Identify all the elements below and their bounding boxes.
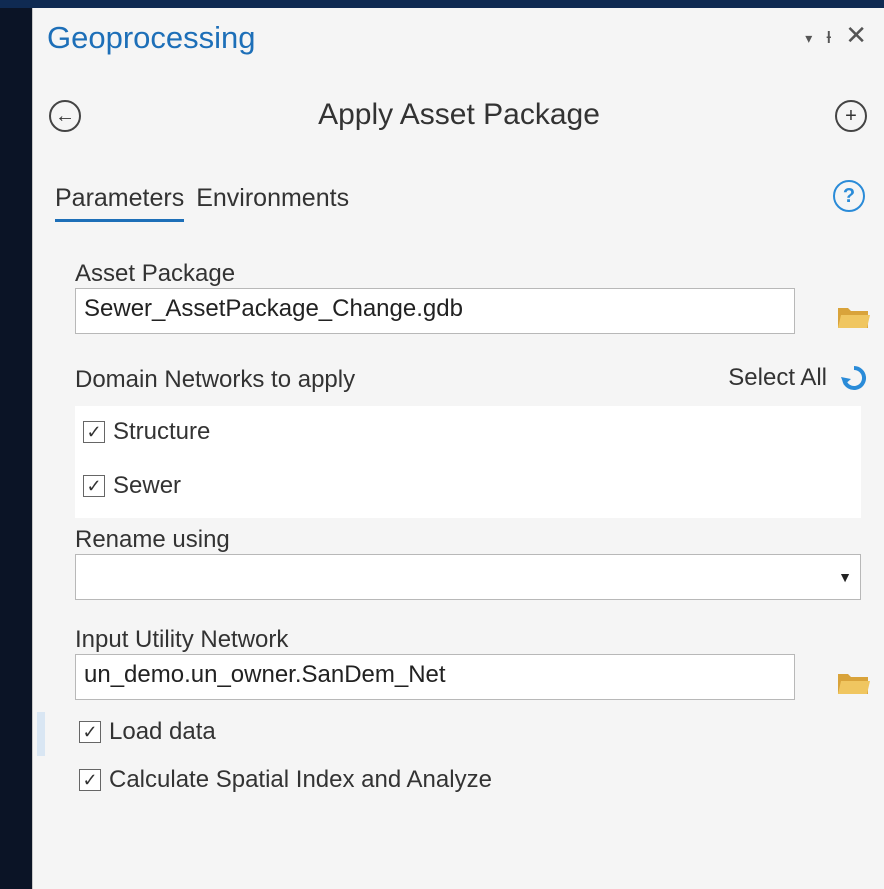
close-icon[interactable]: ✕: [845, 20, 867, 51]
load-data-label: Load data: [109, 718, 216, 745]
tab-environments[interactable]: Environments: [196, 184, 349, 222]
help-icon[interactable]: ?: [833, 180, 865, 212]
structure-label: Structure: [113, 418, 211, 445]
input-utility-network-input[interactable]: un_demo.un_owner.SanDem_Net: [75, 654, 795, 700]
tool-header: ← Apply Asset Package +: [33, 98, 884, 148]
list-item[interactable]: ✓ Structure: [83, 418, 210, 446]
window-controls: ▾ ᵻ ✕: [805, 20, 867, 51]
add-plus-icon[interactable]: +: [835, 100, 867, 132]
auto-hide-pin-icon[interactable]: ᵻ: [826, 23, 831, 49]
pane-title: Geoprocessing: [47, 20, 256, 55]
add-plus-glyph: +: [845, 105, 857, 127]
refresh-icon[interactable]: [839, 363, 869, 393]
chevron-down-icon[interactable]: ▼: [838, 569, 852, 585]
checkbox[interactable]: ✓: [79, 721, 101, 743]
folder-icon[interactable]: [837, 304, 871, 330]
focus-indicator: [37, 712, 45, 756]
pane-options-dropdown-icon[interactable]: ▾: [805, 30, 812, 47]
geoprocessing-pane: Geoprocessing ▾ ᵻ ✕ ← Apply Asset Packag…: [32, 8, 884, 889]
sewer-label: Sewer: [113, 472, 182, 499]
checkbox[interactable]: ✓: [79, 769, 101, 791]
tool-title: Apply Asset Package: [318, 98, 600, 131]
domain-networks-list: ✓ Structure ✓ Sewer: [75, 406, 861, 518]
rename-using-label: Rename using: [75, 526, 230, 553]
input-utility-network-label: Input Utility Network: [75, 626, 289, 653]
list-item[interactable]: ✓ Sewer: [83, 472, 181, 500]
select-all-link[interactable]: Select All: [728, 364, 827, 392]
window-top-border: [0, 0, 884, 8]
asset-package-label: Asset Package: [75, 260, 236, 287]
calc-spatial-index-option[interactable]: ✓ Calculate Spatial Index and Analyze: [79, 766, 492, 794]
checkbox[interactable]: ✓: [83, 421, 105, 443]
asset-package-input[interactable]: Sewer_AssetPackage_Change.gdb: [75, 288, 795, 334]
load-data-option[interactable]: ✓ Load data: [79, 718, 216, 746]
tool-tabs: Parameters Environments: [55, 184, 349, 222]
tab-parameters[interactable]: Parameters: [55, 184, 185, 222]
checkbox[interactable]: ✓: [83, 475, 105, 497]
rename-using-dropdown[interactable]: ▼: [75, 554, 861, 600]
folder-icon[interactable]: [837, 670, 871, 696]
calc-spatial-index-label: Calculate Spatial Index and Analyze: [109, 766, 492, 793]
domain-networks-label: Domain Networks to apply: [75, 366, 356, 393]
